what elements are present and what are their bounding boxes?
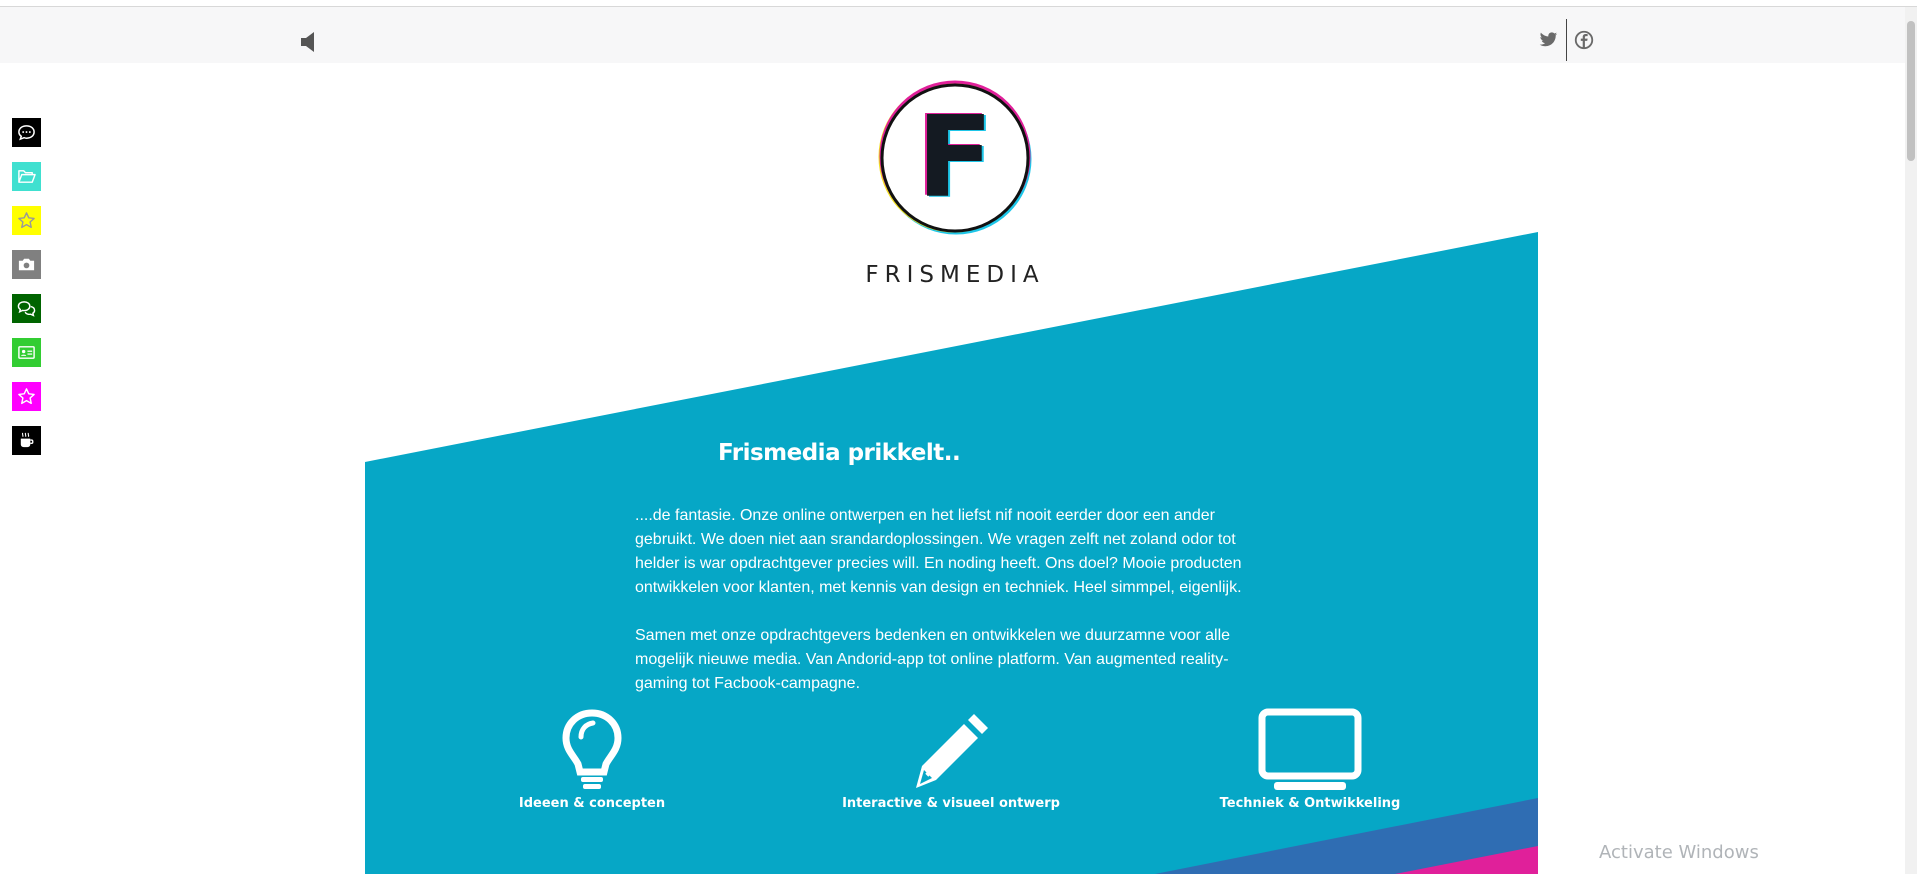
sidebar-item-chat[interactable]	[12, 118, 41, 147]
speaker-icon[interactable]	[300, 30, 318, 54]
pencil-icon	[916, 714, 988, 788]
sidebar-item-comments[interactable]	[12, 294, 41, 323]
sidebar-item-camera[interactable]	[12, 250, 41, 279]
sidebar-item-favorites[interactable]	[12, 206, 41, 235]
folder-open-icon	[18, 170, 36, 183]
activate-windows-title: Activate Windows	[1599, 842, 1759, 863]
brand-name: FRISMEDIA	[865, 262, 1045, 288]
svg-text:F: F	[917, 93, 994, 223]
sidebar-item-folder[interactable]	[12, 162, 41, 191]
frismedia-logo: F F F	[878, 80, 1032, 235]
feature-design-label: Interactive & visueel ontwerp	[842, 796, 1060, 811]
feature-development-label: Techniek & Ontwikkeling	[1219, 796, 1401, 811]
sidebar-item-coffee[interactable]	[12, 426, 41, 455]
camera-icon	[18, 258, 35, 271]
browser-top-edge	[0, 0, 1917, 7]
top-bar	[0, 7, 1905, 63]
sidebar-item-contact[interactable]	[12, 338, 41, 367]
id-card-icon	[18, 346, 35, 359]
chat-bubbles-icon	[17, 301, 36, 317]
feature-ideas-label: Ideeen & concepten	[518, 796, 666, 811]
facebook-icon[interactable]	[1573, 29, 1595, 51]
hero-paragraph-1: ....de fantasie. Onze online ontwerpen e…	[635, 507, 1242, 596]
feature-development[interactable]: Techniek & Ontwikkeling	[1190, 708, 1430, 811]
feature-design[interactable]: Interactive & visueel ontwerp	[831, 708, 1071, 811]
lightbulb-icon	[562, 709, 622, 789]
page-scrollbar[interactable]	[1905, 7, 1917, 874]
star-icon	[18, 212, 35, 229]
social-divider	[1566, 19, 1567, 61]
chat-bubble-icon	[18, 125, 35, 141]
sidebar-item-star[interactable]	[12, 382, 41, 411]
monitor-icon	[1258, 708, 1362, 790]
coffee-cup-icon	[20, 432, 34, 448]
feature-ideas[interactable]: Ideeen & concepten	[472, 708, 712, 811]
hero-title: Frismedia prikkelt..	[718, 440, 961, 466]
star-icon	[18, 388, 35, 405]
hero-paragraph-2: Samen met onze opdrachtgevers bedenken e…	[635, 627, 1231, 692]
twitter-icon[interactable]	[1537, 29, 1559, 51]
scrollbar-thumb[interactable]	[1907, 21, 1915, 161]
